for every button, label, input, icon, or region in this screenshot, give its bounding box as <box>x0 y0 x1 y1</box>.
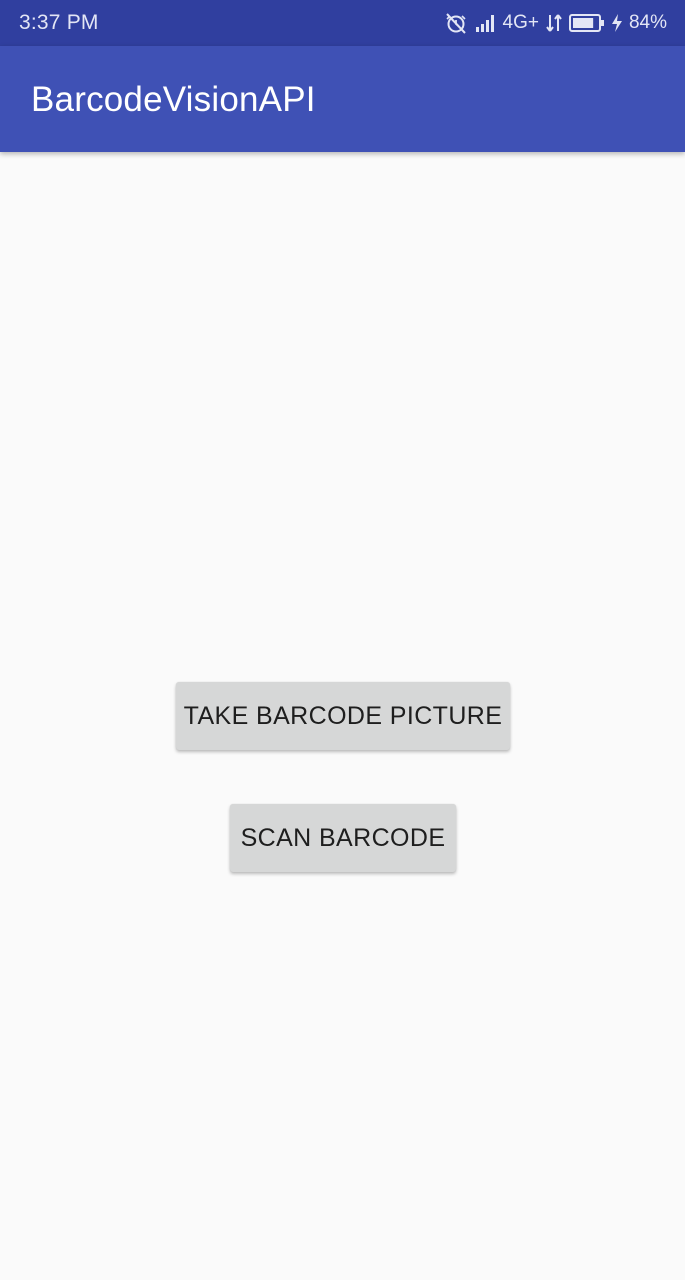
alarm-off-icon <box>443 11 469 35</box>
network-type: 4G+ <box>502 12 539 33</box>
battery-icon <box>568 13 605 33</box>
take-barcode-picture-button[interactable]: TAKE BARCODE PICTURE <box>176 682 510 750</box>
scan-barcode-button[interactable]: SCAN BARCODE <box>230 804 456 872</box>
main-content: TAKE BARCODE PICTURE SCAN BARCODE <box>0 152 685 1280</box>
signal-icon <box>475 13 497 33</box>
data-arrows-icon <box>545 12 563 34</box>
status-bar: 3:37 PM 4G+ 84% <box>0 0 685 46</box>
charging-bolt-icon <box>611 13 623 33</box>
status-icons: 4G+ 84% <box>443 0 667 46</box>
app-bar: BarcodeVisionAPI <box>0 46 685 152</box>
status-time: 3:37 PM <box>19 11 99 34</box>
app-title: BarcodeVisionAPI <box>31 80 316 119</box>
battery-percent: 84% <box>628 12 667 33</box>
